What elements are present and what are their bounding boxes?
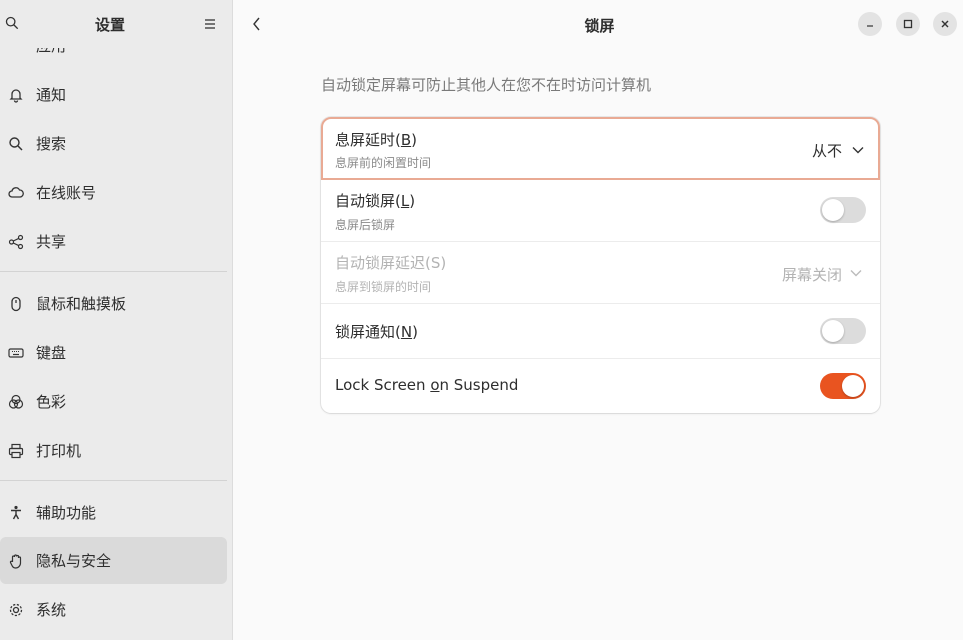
page-description: 自动锁定屏幕可防止其他人在您不在时访问计算机 xyxy=(321,76,652,94)
row-title: Lock Screen on Suspend xyxy=(335,376,518,394)
toggle-knob xyxy=(822,199,844,221)
row-title-text: Lock Screen xyxy=(335,376,431,394)
page-title: 锁屏 xyxy=(584,17,615,35)
row-title-mnemonic: L xyxy=(400,192,410,210)
color-icon xyxy=(8,394,24,410)
row-subtitle: 息屏后锁屏 xyxy=(335,218,396,232)
hamburger-menu-icon[interactable] xyxy=(200,14,220,34)
sidebar-title: 设置 xyxy=(94,16,125,34)
row-title-text: 息屏延时( xyxy=(335,131,401,149)
gear-icon xyxy=(8,602,24,618)
keyboard-icon xyxy=(8,345,24,361)
sidebar-item-search[interactable]: 搜索 xyxy=(0,120,227,167)
row-title: 自动锁屏延迟(S) xyxy=(335,254,447,272)
toggle-knob xyxy=(822,320,844,342)
row-subtitle: 息屏到锁屏的时间 xyxy=(335,280,432,294)
minimize-button[interactable] xyxy=(858,12,882,36)
auto-lock-delay-row: 自动锁屏延迟(S) 息屏到锁屏的时间 屏幕关闭 xyxy=(321,242,880,304)
printer-icon xyxy=(8,443,24,459)
row-title-text-end: ) xyxy=(412,323,418,341)
hand-icon xyxy=(8,553,24,569)
lock-screen-notifications-toggle[interactable] xyxy=(820,318,866,344)
sidebar-item-printers[interactable]: 打印机 xyxy=(0,427,227,474)
sidebar-item-label: 辅助功能 xyxy=(36,504,97,522)
sidebar-item-label: 系统 xyxy=(36,601,67,619)
row-title-text-end: ) xyxy=(411,131,418,149)
sidebar-item-label: 共享 xyxy=(36,233,67,251)
row-title-mnemonic: N xyxy=(400,323,413,341)
row-title: 锁屏通知(N) xyxy=(335,321,418,342)
row-title-text: 锁屏通知( xyxy=(335,323,401,341)
main-panel: 锁屏 自动锁定屏幕可防止其他人在您不在时访问计算机 息屏延时(B) 息屏前的闲置… xyxy=(233,0,963,640)
sidebar-item-privacy-security[interactable]: 隐私与安全 xyxy=(0,537,227,584)
sidebar-item-label: 通知 xyxy=(36,86,67,104)
sidebar-separator xyxy=(0,271,227,272)
lock-screen-notifications-row[interactable]: 锁屏通知(N) xyxy=(321,304,880,359)
row-title-mnemonic: o xyxy=(430,376,440,394)
row-title-mnemonic: B xyxy=(400,131,412,149)
row-subtitle: 息屏前的闲置时间 xyxy=(335,156,432,170)
maximize-button[interactable] xyxy=(896,12,920,36)
row-title-text-end: n Suspend xyxy=(439,376,519,394)
sidebar-header: 设置 xyxy=(0,0,232,48)
sidebar-item-mouse-touchpad[interactable]: 鼠标和触摸板 xyxy=(0,280,227,327)
close-button[interactable] xyxy=(933,12,957,36)
sidebar-item-system[interactable]: 系统 xyxy=(0,586,227,633)
search-icon xyxy=(8,136,24,152)
mouse-icon xyxy=(8,296,24,312)
toggle-knob xyxy=(842,375,864,397)
sidebar-item-keyboard[interactable]: 键盘 xyxy=(0,329,227,376)
sidebar-item-sharing[interactable]: 共享 xyxy=(0,218,227,265)
sidebar-item-label: 键盘 xyxy=(36,344,67,362)
blank-screen-delay-row[interactable]: 息屏延时(B) 息屏前的闲置时间 从不 xyxy=(321,117,880,180)
bell-icon xyxy=(8,87,24,103)
settings-card: 息屏延时(B) 息屏前的闲置时间 从不 自动锁屏(L) 息屏后锁屏 自动锁屏延迟… xyxy=(321,117,880,413)
accessibility-icon xyxy=(8,505,24,521)
sidebar-item-online-accounts[interactable]: 在线账号 xyxy=(0,169,227,216)
share-icon xyxy=(8,234,24,250)
dropdown-value[interactable]: 从不 xyxy=(812,140,842,161)
sidebar-item-color[interactable]: 色彩 xyxy=(0,378,227,425)
lock-on-suspend-toggle[interactable] xyxy=(820,373,866,399)
sidebar-item-accessibility[interactable]: 辅助功能 xyxy=(0,489,227,536)
row-title-text-end: ) xyxy=(409,192,416,210)
dropdown-value: 屏幕关闭 xyxy=(782,266,843,284)
row-title: 自动锁屏(L) xyxy=(335,190,415,211)
lock-on-suspend-row[interactable]: Lock Screen on Suspend xyxy=(321,359,880,413)
row-title-text: 自动锁屏( xyxy=(335,192,401,210)
auto-lock-row[interactable]: 自动锁屏(L) 息屏后锁屏 xyxy=(321,180,880,242)
sidebar-item-label: 鼠标和触摸板 xyxy=(36,295,127,313)
sidebar-item-notifications[interactable]: 通知 xyxy=(0,71,227,118)
sidebar-item-label: 搜索 xyxy=(36,135,67,153)
sidebar: 应用 通知 搜索 在线账号 共享 xyxy=(0,0,233,640)
auto-lock-toggle[interactable] xyxy=(820,197,866,223)
sidebar-item-label: 打印机 xyxy=(36,442,82,460)
sidebar-item-label: 在线账号 xyxy=(36,184,97,202)
sidebar-item-label: 隐私与安全 xyxy=(36,552,112,570)
chevron-down-icon[interactable] xyxy=(851,143,865,157)
row-title: 息屏延时(B) xyxy=(335,129,417,150)
sidebar-separator xyxy=(0,480,227,481)
chevron-down-icon xyxy=(849,266,863,280)
cloud-icon xyxy=(8,185,24,201)
sidebar-item-label: 色彩 xyxy=(36,393,67,411)
